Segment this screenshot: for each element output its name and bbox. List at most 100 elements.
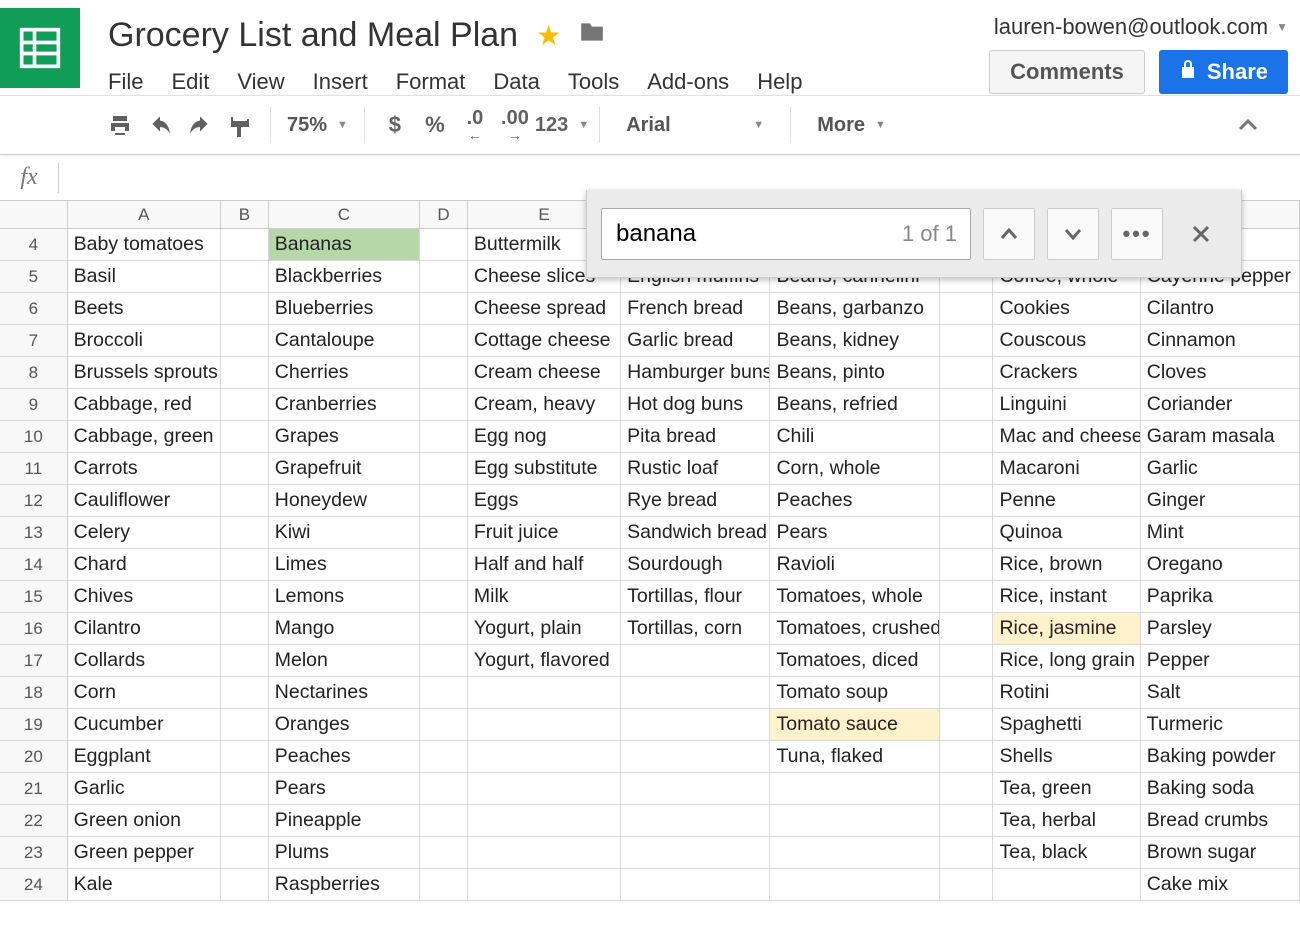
cell-H15[interactable] <box>940 581 994 612</box>
row-header[interactable]: 19 <box>0 709 68 740</box>
cell-D16[interactable] <box>420 613 468 644</box>
star-icon[interactable]: ★ <box>536 19 561 52</box>
cell-I20[interactable]: Shells <box>993 741 1140 772</box>
cell-G18[interactable]: Tomato soup <box>770 677 939 708</box>
cell-G19[interactable]: Tomato sauce <box>770 709 939 740</box>
cell-A4[interactable]: Baby tomatoes <box>68 229 221 260</box>
cell-B20[interactable] <box>221 741 269 772</box>
redo-button[interactable] <box>180 105 220 145</box>
cell-J13[interactable]: Mint <box>1141 517 1300 548</box>
cell-E15[interactable]: Milk <box>468 581 621 612</box>
cell-D4[interactable] <box>420 229 468 260</box>
undo-button[interactable] <box>140 105 180 145</box>
cell-C5[interactable]: Blackberries <box>269 261 420 292</box>
cell-E6[interactable]: Cheese spread <box>468 293 621 324</box>
cell-B23[interactable] <box>221 837 269 868</box>
cell-A14[interactable]: Chard <box>68 549 221 580</box>
cell-B7[interactable] <box>221 325 269 356</box>
cell-D6[interactable] <box>420 293 468 324</box>
spreadsheet-grid[interactable]: A B C D E 4Baby tomatoesBananasButtermil… <box>0 201 1300 901</box>
cell-C15[interactable]: Lemons <box>269 581 420 612</box>
cell-F7[interactable]: Garlic bread <box>621 325 770 356</box>
collapse-toolbar-button[interactable] <box>1228 105 1268 145</box>
row-header[interactable]: 16 <box>0 613 68 644</box>
cell-F14[interactable]: Sourdough <box>621 549 770 580</box>
row-header[interactable]: 18 <box>0 677 68 708</box>
cell-J8[interactable]: Cloves <box>1141 357 1300 388</box>
cell-D24[interactable] <box>420 869 468 900</box>
row-header[interactable]: 21 <box>0 773 68 804</box>
cell-B15[interactable] <box>221 581 269 612</box>
cell-J14[interactable]: Oregano <box>1141 549 1300 580</box>
cell-E7[interactable]: Cottage cheese <box>468 325 621 356</box>
cell-D8[interactable] <box>420 357 468 388</box>
cell-E20[interactable] <box>468 741 621 772</box>
cell-D10[interactable] <box>420 421 468 452</box>
cell-E8[interactable]: Cream cheese <box>468 357 621 388</box>
cell-H12[interactable] <box>940 485 994 516</box>
cell-E13[interactable]: Fruit juice <box>468 517 621 548</box>
col-header-B[interactable]: B <box>221 201 269 228</box>
cell-G23[interactable] <box>770 837 939 868</box>
menu-view[interactable]: View <box>237 69 284 95</box>
cell-A19[interactable]: Cucumber <box>68 709 221 740</box>
cell-H23[interactable] <box>940 837 994 868</box>
cell-B4[interactable] <box>221 229 269 260</box>
number-format-dropdown[interactable]: 123 ▼ <box>535 105 589 145</box>
cell-H24[interactable] <box>940 869 994 900</box>
find-more-button[interactable]: ••• <box>1111 208 1163 260</box>
row-header[interactable]: 9 <box>0 389 68 420</box>
col-header-A[interactable]: A <box>68 201 221 228</box>
more-dropdown[interactable]: More ▼ <box>801 114 902 137</box>
cell-G12[interactable]: Peaches <box>770 485 939 516</box>
cell-G9[interactable]: Beans, refried <box>770 389 939 420</box>
cell-G11[interactable]: Corn, whole <box>770 453 939 484</box>
cell-C24[interactable]: Raspberries <box>269 869 420 900</box>
cell-I13[interactable]: Quinoa <box>993 517 1140 548</box>
cell-A7[interactable]: Broccoli <box>68 325 221 356</box>
cell-I21[interactable]: Tea, green <box>993 773 1140 804</box>
cell-A13[interactable]: Celery <box>68 517 221 548</box>
cell-J21[interactable]: Baking soda <box>1141 773 1300 804</box>
menu-format[interactable]: Format <box>396 69 466 95</box>
cell-J22[interactable]: Bread crumbs <box>1141 805 1300 836</box>
menu-addons[interactable]: Add-ons <box>647 69 729 95</box>
row-header[interactable]: 17 <box>0 645 68 676</box>
doc-title[interactable]: Grocery List and Meal Plan <box>108 16 518 55</box>
cell-B6[interactable] <box>221 293 269 324</box>
cell-G14[interactable]: Ravioli <box>770 549 939 580</box>
format-percent-button[interactable]: % <box>415 105 455 145</box>
account-menu[interactable]: lauren-bowen@outlook.com ▼ <box>994 14 1288 40</box>
cell-A9[interactable]: Cabbage, red <box>68 389 221 420</box>
cell-D18[interactable] <box>420 677 468 708</box>
cell-E18[interactable] <box>468 677 621 708</box>
row-header[interactable]: 11 <box>0 453 68 484</box>
cell-G21[interactable] <box>770 773 939 804</box>
cell-G7[interactable]: Beans, kidney <box>770 325 939 356</box>
cell-J18[interactable]: Salt <box>1141 677 1300 708</box>
cell-C12[interactable]: Honeydew <box>269 485 420 516</box>
cell-H9[interactable] <box>940 389 994 420</box>
formula-input[interactable] <box>59 167 1300 188</box>
find-next-button[interactable] <box>1047 208 1099 260</box>
cell-D19[interactable] <box>420 709 468 740</box>
zoom-dropdown[interactable]: 75% ▼ <box>281 105 354 145</box>
cell-I16[interactable]: Rice, jasmine <box>993 613 1140 644</box>
cell-D9[interactable] <box>420 389 468 420</box>
col-header-D[interactable]: D <box>420 201 468 228</box>
find-close-button[interactable] <box>1175 208 1227 260</box>
cell-F21[interactable] <box>621 773 770 804</box>
cell-G24[interactable] <box>770 869 939 900</box>
cell-F19[interactable] <box>621 709 770 740</box>
cell-F18[interactable] <box>621 677 770 708</box>
cell-H18[interactable] <box>940 677 994 708</box>
cell-B18[interactable] <box>221 677 269 708</box>
cell-J20[interactable]: Baking powder <box>1141 741 1300 772</box>
cell-A24[interactable]: Kale <box>68 869 221 900</box>
row-header[interactable]: 14 <box>0 549 68 580</box>
cell-A22[interactable]: Green onion <box>68 805 221 836</box>
cell-D12[interactable] <box>420 485 468 516</box>
cell-F20[interactable] <box>621 741 770 772</box>
cell-A6[interactable]: Beets <box>68 293 221 324</box>
cell-E17[interactable]: Yogurt, flavored <box>468 645 621 676</box>
